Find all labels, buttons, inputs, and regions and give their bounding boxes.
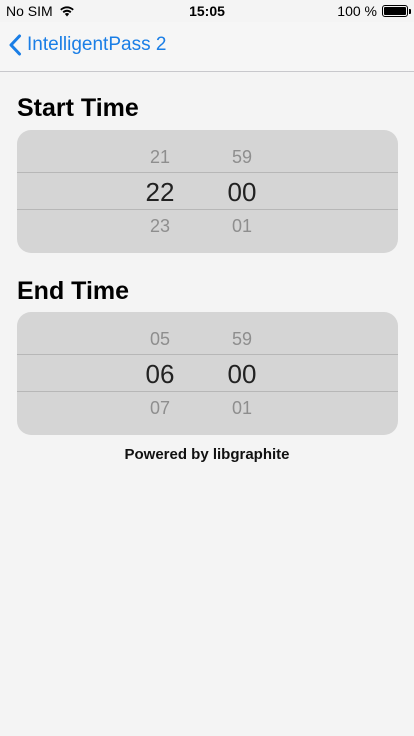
status-bar: No SIM 15:05 100 % [0,0,414,22]
battery-fill [384,7,406,15]
end-hour-next[interactable]: 07 [135,398,185,419]
start-hour-next[interactable]: 23 [135,216,185,237]
start-time-picker[interactable]: 21 22 23 59 00 01 [17,130,398,253]
end-time-picker[interactable]: 05 06 07 59 00 01 [17,312,398,435]
end-hour-selected[interactable]: 06 [135,359,185,390]
start-hour-selected[interactable]: 22 [135,177,185,208]
end-time-title: End Time [17,277,130,305]
start-time-title: Start Time [17,94,139,122]
navigation-bar: IntelligentPass 2 [0,22,414,72]
battery-percent: 100 % [337,3,377,19]
end-hour-prev[interactable]: 05 [135,329,185,350]
start-minute-prev[interactable]: 59 [217,147,267,168]
selection-line-top [17,354,398,355]
start-hour-prev[interactable]: 21 [135,147,185,168]
powered-by-footer: Powered by libgraphite [124,446,290,463]
end-minute-prev[interactable]: 59 [217,329,267,350]
start-minute-column[interactable]: 59 00 01 [217,130,267,253]
start-minute-selected[interactable]: 00 [217,177,267,208]
selection-line-top [17,172,398,173]
back-button[interactable]: IntelligentPass 2 [8,34,166,56]
status-right: 100 % [337,3,411,19]
start-minute-next[interactable]: 01 [217,216,267,237]
battery-icon [382,5,411,17]
selection-line-bottom [17,209,398,210]
end-minute-next[interactable]: 01 [217,398,267,419]
end-minute-selected[interactable]: 00 [217,359,267,390]
selection-line-bottom [17,391,398,392]
end-hour-column[interactable]: 05 06 07 [135,312,185,435]
chevron-left-icon [9,34,21,56]
battery-cap [409,9,411,14]
start-hour-column[interactable]: 21 22 23 [135,130,185,253]
end-minute-column[interactable]: 59 00 01 [217,312,267,435]
back-label: IntelligentPass 2 [27,34,167,55]
